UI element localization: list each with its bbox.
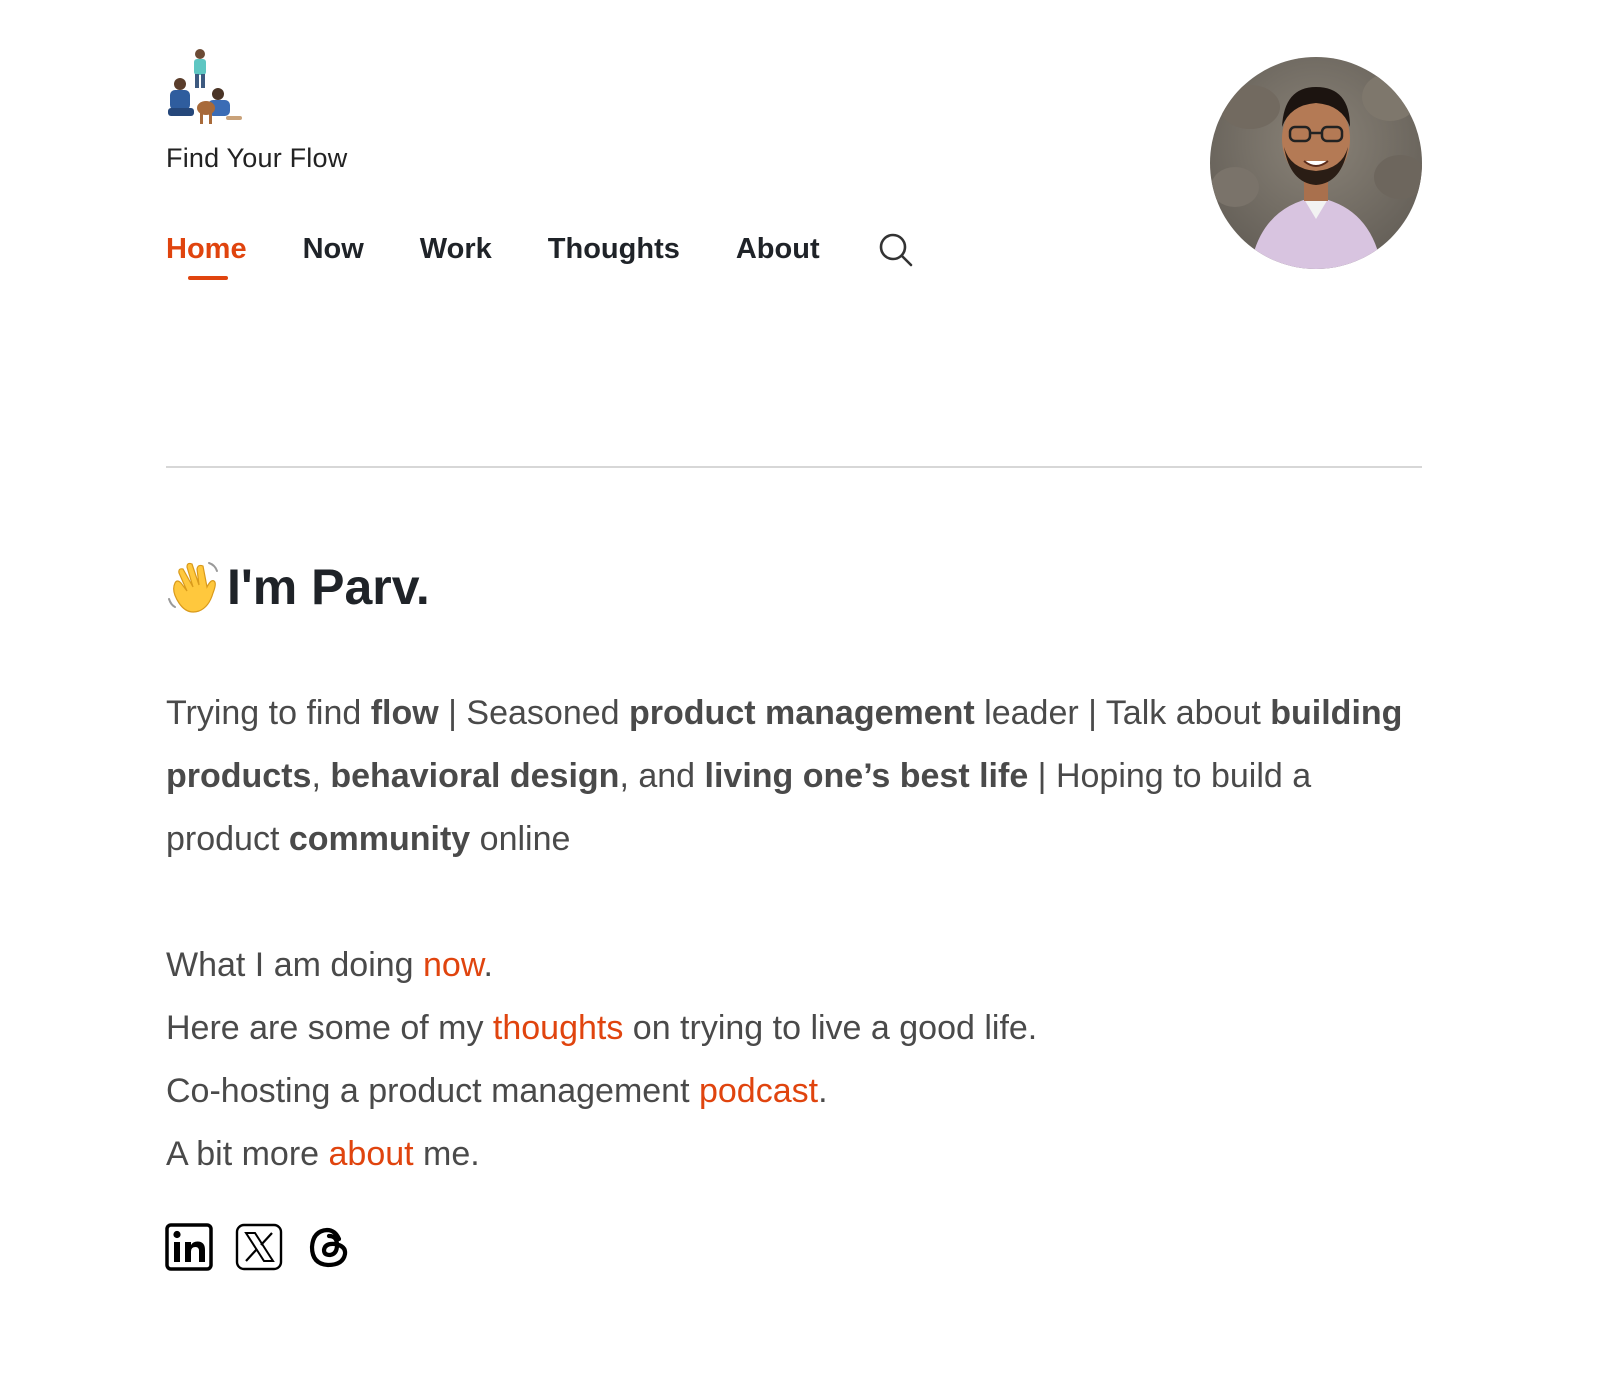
divider bbox=[166, 466, 1422, 468]
main-nav: Home Now Work Thoughts About bbox=[166, 230, 916, 282]
nav-item-now[interactable]: Now bbox=[303, 230, 364, 268]
bio-text: , and bbox=[619, 757, 705, 795]
podcast-line: Co-hosting a product management podcast. bbox=[166, 1060, 1037, 1123]
nav-item-about[interactable]: About bbox=[736, 230, 820, 268]
thoughts-link[interactable]: thoughts bbox=[493, 1009, 623, 1047]
line-text: Co-hosting a product management bbox=[166, 1072, 699, 1110]
avatar bbox=[1210, 57, 1422, 269]
line-text: What I am doing bbox=[166, 946, 424, 984]
now-link[interactable]: now bbox=[423, 946, 484, 984]
waving-hand-icon bbox=[168, 562, 218, 613]
line-text: . bbox=[483, 946, 493, 984]
intro-links: What I am doing now. Here are some of my… bbox=[166, 934, 1037, 1186]
social-links bbox=[165, 1222, 353, 1272]
bio-text: Trying to find bbox=[166, 694, 371, 732]
nav-item-work[interactable]: Work bbox=[420, 230, 492, 268]
bio-text: online bbox=[470, 820, 571, 858]
bio-highlight: community bbox=[288, 820, 471, 858]
nav-item-thoughts[interactable]: Thoughts bbox=[548, 230, 680, 268]
site-logo[interactable] bbox=[166, 46, 246, 128]
about-link[interactable]: about bbox=[329, 1135, 414, 1173]
bio-paragraph: Trying to find flow | Seasoned product m… bbox=[166, 682, 1406, 871]
bio-text: , bbox=[311, 757, 331, 795]
search-icon[interactable] bbox=[876, 230, 916, 270]
thoughts-line: Here are some of my thoughts on trying t… bbox=[166, 997, 1037, 1060]
bio-text: leader | Talk about bbox=[974, 694, 1271, 732]
bio-text: | Seasoned bbox=[438, 694, 630, 732]
hero-heading: I'm Parv. bbox=[165, 558, 430, 616]
line-text: me. bbox=[413, 1135, 480, 1173]
line-text: on trying to live a good life. bbox=[623, 1009, 1038, 1047]
line-text: A bit more bbox=[166, 1135, 329, 1173]
line-text: Here are some of my bbox=[166, 1009, 493, 1047]
now-line: What I am doing now. bbox=[166, 934, 1037, 997]
podcast-link[interactable]: podcast bbox=[699, 1072, 818, 1110]
x-icon[interactable] bbox=[235, 1222, 283, 1272]
about-line: A bit more about me. bbox=[166, 1123, 1037, 1186]
threads-icon[interactable] bbox=[305, 1222, 353, 1272]
linkedin-icon[interactable] bbox=[165, 1222, 213, 1272]
site-title[interactable]: Find Your Flow bbox=[166, 143, 347, 174]
bio-highlight: behavioral design bbox=[330, 757, 620, 795]
line-text: . bbox=[818, 1072, 828, 1110]
hero-title: I'm Parv. bbox=[227, 559, 430, 615]
bio-highlight: living one’s best life bbox=[704, 757, 1029, 795]
bio-highlight: flow bbox=[370, 694, 439, 732]
bio-highlight: product management bbox=[629, 694, 975, 732]
nav-item-home[interactable]: Home bbox=[166, 230, 247, 280]
